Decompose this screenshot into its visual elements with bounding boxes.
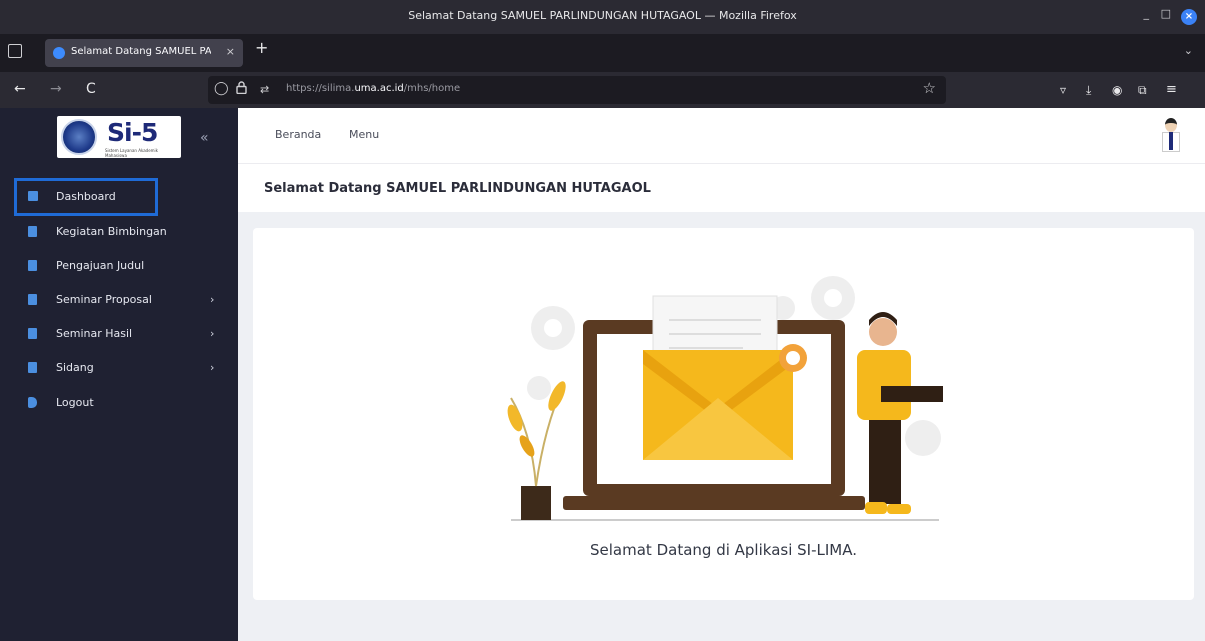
- favicon-icon: [53, 47, 65, 59]
- app-logo[interactable]: Si-5 Sistem Layanan Akademik Mahasiswa: [57, 116, 181, 158]
- forward-button[interactable]: →: [50, 81, 62, 97]
- chevron-right-icon: ›: [210, 327, 215, 340]
- chevron-right-icon: ›: [210, 361, 215, 374]
- welcome-header: Selamat Datang SAMUEL PARLINDUNGAN HUTAG…: [238, 164, 1205, 212]
- window-titlebar: Selamat Datang SAMUEL PARLINDUNGAN HUTAG…: [0, 0, 1205, 34]
- tab-close-icon[interactable]: ×: [226, 45, 235, 58]
- navigation-toolbar: ← → C ◯ ⇄ https://silima.uma.ac.id/mhs/h…: [0, 72, 1205, 108]
- university-seal-icon: [61, 119, 97, 155]
- sidebar-item-label: Pengajuan Judul: [56, 259, 145, 272]
- nav-link-menu[interactable]: Menu: [349, 128, 379, 141]
- shield-icon[interactable]: ◯: [214, 81, 229, 96]
- lock-icon[interactable]: [236, 81, 247, 98]
- welcome-caption: Selamat Datang di Aplikasi SI-LIMA.: [590, 541, 857, 559]
- sidebar-item-label: Kegiatan Bimbingan: [56, 225, 167, 238]
- chevron-right-icon: ›: [210, 293, 215, 306]
- extensions-icon[interactable]: ⧉: [1138, 83, 1147, 98]
- downloads-icon[interactable]: ⤓: [1086, 83, 1091, 98]
- sidebar: Si-5 Sistem Layanan Akademik Mahasiswa «…: [0, 108, 238, 641]
- logo-brand-text: Si-5: [107, 118, 158, 147]
- account-icon[interactable]: ◉: [1112, 83, 1122, 97]
- document-icon: [28, 328, 37, 339]
- page-topbar: Beranda Menu: [238, 108, 1205, 164]
- sidebar-item-label: Seminar Proposal: [56, 293, 152, 306]
- pocket-icon[interactable]: ▿: [1060, 83, 1066, 97]
- nav-link-beranda[interactable]: Beranda: [275, 128, 321, 141]
- window-title: Selamat Datang SAMUEL PARLINDUNGAN HUTAG…: [408, 9, 797, 22]
- tab-bar: Selamat Datang SAMUEL PA ×: [0, 34, 1205, 72]
- tab-list-icon[interactable]: [8, 44, 22, 58]
- collapse-sidebar-button[interactable]: «: [200, 130, 209, 146]
- document-icon: [28, 260, 37, 271]
- minimize-button[interactable]: _: [1144, 7, 1150, 20]
- list-all-tabs-icon[interactable]: ⌄: [1184, 44, 1193, 57]
- welcome-illustration: [507, 276, 943, 521]
- reload-button[interactable]: C: [86, 81, 96, 97]
- new-tab-button[interactable]: +: [255, 38, 268, 57]
- sidebar-item-label: Seminar Hasil: [56, 327, 133, 340]
- close-window-button[interactable]: ×: [1181, 9, 1197, 25]
- bookmark-star-icon[interactable]: ☆: [923, 79, 936, 97]
- hamburger-menu-icon[interactable]: ≡: [1166, 82, 1177, 97]
- tab-title: Selamat Datang SAMUEL PA: [71, 46, 211, 57]
- document-icon: [28, 362, 37, 373]
- logo-tagline: Sistem Layanan Akademik Mahasiswa: [105, 148, 158, 158]
- welcome-card: Selamat Datang di Aplikasi SI-LIMA.: [253, 228, 1194, 600]
- browser-tab[interactable]: Selamat Datang SAMUEL PA ×: [45, 39, 243, 67]
- sidebar-item-label: Logout: [56, 396, 94, 409]
- permissions-icon[interactable]: ⇄: [260, 83, 269, 96]
- sidebar-item-label: Sidang: [56, 361, 94, 374]
- back-button[interactable]: ←: [14, 81, 26, 97]
- dashboard-icon: [28, 191, 38, 201]
- maximize-button[interactable]: □: [1161, 7, 1171, 20]
- page-title: Selamat Datang SAMUEL PARLINDUNGAN HUTAG…: [264, 181, 651, 196]
- sidebar-item-label: Dashboard: [56, 190, 116, 203]
- document-icon: [28, 226, 37, 237]
- document-icon: [28, 294, 37, 305]
- url-bar[interactable]: ◯ ⇄ https://silima.uma.ac.id/mhs/home ☆: [208, 76, 946, 104]
- user-avatar[interactable]: [1155, 116, 1187, 154]
- logout-icon: [28, 397, 37, 408]
- url-text: https://silima.uma.ac.id/mhs/home: [286, 83, 461, 94]
